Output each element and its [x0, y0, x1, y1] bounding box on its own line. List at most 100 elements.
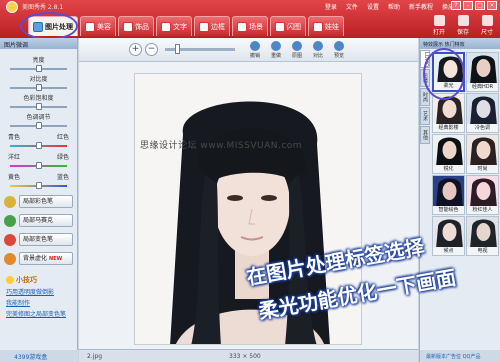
- size-label: 尺寸: [480, 29, 493, 36]
- left-panel-title: 图片微调: [0, 38, 77, 49]
- zoom-out-icon[interactable]: −: [145, 43, 158, 56]
- thumbnail-image: [467, 135, 498, 167]
- thumbnail-image: [433, 135, 464, 167]
- tab-art[interactable]: 艺术: [420, 107, 430, 125]
- close-button[interactable]: ×: [487, 1, 497, 10]
- menu-help[interactable]: 帮助: [388, 2, 400, 11]
- effect-classic-hdr[interactable]: 经典HDR: [466, 52, 499, 92]
- effect-pink-lady[interactable]: 粉红佳人: [466, 175, 499, 215]
- tab-beauty[interactable]: 美容: [80, 16, 116, 36]
- menu-login[interactable]: 登录: [325, 2, 337, 11]
- preview-icon: [334, 41, 344, 51]
- cyan-red-slider[interactable]: [10, 142, 67, 149]
- cyan-red-row: 青色 红色: [6, 132, 71, 141]
- magenta-green-row: 洋红 绿色: [6, 152, 71, 161]
- save-icon: [457, 15, 469, 26]
- magenta-label: 洋红: [8, 154, 21, 161]
- zoom-in-icon[interactable]: +: [129, 43, 142, 56]
- effect-label: 时尚: [467, 165, 498, 173]
- highlight-circle: [20, 12, 78, 40]
- slider-knob[interactable]: [35, 182, 42, 189]
- hue-slider[interactable]: [10, 122, 67, 129]
- yellow-blue-slider[interactable]: [10, 182, 67, 189]
- menu-settings[interactable]: 设置: [367, 2, 379, 11]
- window-controls: ? - □ ×: [451, 1, 497, 10]
- effect-sharpen[interactable]: 锐化: [432, 134, 465, 174]
- compare-label: 对比: [312, 53, 323, 59]
- button-label: 局部变色笔: [19, 233, 73, 246]
- tip-link-recolor[interactable]: 完美修图之局部变色笔: [6, 309, 73, 318]
- effect-smart-color[interactable]: 智能绘色: [432, 175, 465, 215]
- contrast-slider[interactable]: [10, 84, 67, 91]
- effect-tv[interactable]: 电视: [466, 216, 499, 256]
- background-blur-button[interactable]: 背景虚化 NEW: [4, 252, 73, 265]
- doll-icon: [313, 21, 323, 32]
- compare-button[interactable]: 对比: [310, 41, 326, 59]
- save-label: 保存: [456, 29, 469, 36]
- slider-knob[interactable]: [35, 162, 42, 169]
- saturation-slider[interactable]: [10, 103, 67, 110]
- original-icon: [292, 41, 302, 51]
- lightbulb-icon: [6, 276, 14, 284]
- tip-link-reflection[interactable]: 巧用透明度做倒影: [6, 287, 73, 296]
- maximize-button[interactable]: □: [475, 1, 485, 10]
- preview-button[interactable]: 预览: [331, 41, 347, 59]
- menu-file[interactable]: 文件: [346, 2, 358, 11]
- effect-dots[interactable]: 候点: [432, 216, 465, 256]
- slider-knob[interactable]: [35, 103, 42, 110]
- tab-doll[interactable]: 娃娃: [308, 16, 344, 36]
- title-bar: 美图秀秀 2.8.1 登录 文件 设置 帮助 新手教程 换皮肤 ? - □ × …: [0, 0, 500, 40]
- effects-header: 特效展示 热门特效: [420, 38, 500, 49]
- tips-title: 小技巧: [6, 275, 73, 285]
- effect-cool-tone[interactable]: 冷色调: [466, 93, 499, 133]
- redo-label: 重做: [270, 53, 281, 59]
- effect-label: 锐化: [433, 165, 464, 173]
- open-label: 打开: [432, 29, 445, 36]
- brightness-slider[interactable]: [10, 65, 67, 72]
- save-button[interactable]: 保存: [455, 15, 471, 36]
- status-bar: 2.jpg 333 × 500: [79, 349, 418, 362]
- tab-flash[interactable]: 闪图: [270, 16, 306, 36]
- open-button[interactable]: 打开: [431, 15, 447, 36]
- tips-section: 小技巧 巧用透明度做倒影 我能制作 完美修图之局部变色笔: [6, 275, 73, 318]
- undo-button[interactable]: 撤销: [247, 41, 263, 59]
- effect-fashion[interactable]: 时尚: [466, 134, 499, 174]
- local-color-pen-button[interactable]: 局部彩色笔: [4, 195, 73, 208]
- app-window: 美图秀秀 2.8.1 登录 文件 设置 帮助 新手教程 换皮肤 ? - □ × …: [0, 0, 500, 362]
- tip-link-make[interactable]: 我能制作: [6, 298, 73, 307]
- minimize-button[interactable]: -: [463, 1, 473, 10]
- tab-label: 场景: [249, 22, 263, 31]
- help-button[interactable]: ?: [451, 1, 461, 10]
- right-footer-link[interactable]: 最新版本广告位 QQ产品: [420, 350, 500, 362]
- local-recolor-pen-button[interactable]: 局部变色笔: [4, 233, 73, 246]
- size-button[interactable]: 尺寸: [479, 15, 495, 36]
- slider-knob[interactable]: [35, 65, 42, 72]
- tab-accessories[interactable]: 饰品: [118, 16, 154, 36]
- brush-icon: [4, 195, 16, 208]
- original-button[interactable]: 原图: [289, 41, 305, 59]
- left-footer-link[interactable]: 4399游戏盒: [0, 350, 78, 362]
- brightness-label: 亮度: [32, 57, 45, 64]
- thumbnail-image: [467, 53, 498, 85]
- slider-knob[interactable]: [35, 122, 42, 129]
- slider-knob[interactable]: [35, 84, 42, 91]
- redo-button[interactable]: 重做: [268, 41, 284, 59]
- red-label: 红色: [56, 134, 69, 141]
- menu-tutorial[interactable]: 新手教程: [409, 2, 433, 11]
- zoom-knob[interactable]: [175, 44, 180, 54]
- editor-toolbar: + − 撤销 重做 原图 对比 预览: [79, 38, 418, 62]
- local-mosaic-button[interactable]: 局部马赛克: [4, 214, 73, 227]
- tab-frame[interactable]: 边框: [194, 16, 230, 36]
- slider-knob[interactable]: [35, 142, 42, 149]
- tab-text[interactable]: 文字: [156, 16, 192, 36]
- magenta-green-slider[interactable]: [10, 162, 67, 169]
- thumbnail-image: [467, 217, 498, 249]
- adjust-sliders: 亮度 对比度 色彩饱和度 色调调节 青色 红色 洋红 绿色 黄色 蓝色: [0, 49, 77, 189]
- tab-scene[interactable]: 场景: [232, 16, 268, 36]
- new-badge: NEW: [49, 256, 63, 262]
- yellow-blue-row: 黄色 蓝色: [6, 172, 71, 181]
- frame-icon: [199, 21, 209, 32]
- redo-icon: [271, 41, 281, 51]
- undo-icon: [250, 41, 260, 51]
- tab-other[interactable]: 其他: [420, 126, 430, 144]
